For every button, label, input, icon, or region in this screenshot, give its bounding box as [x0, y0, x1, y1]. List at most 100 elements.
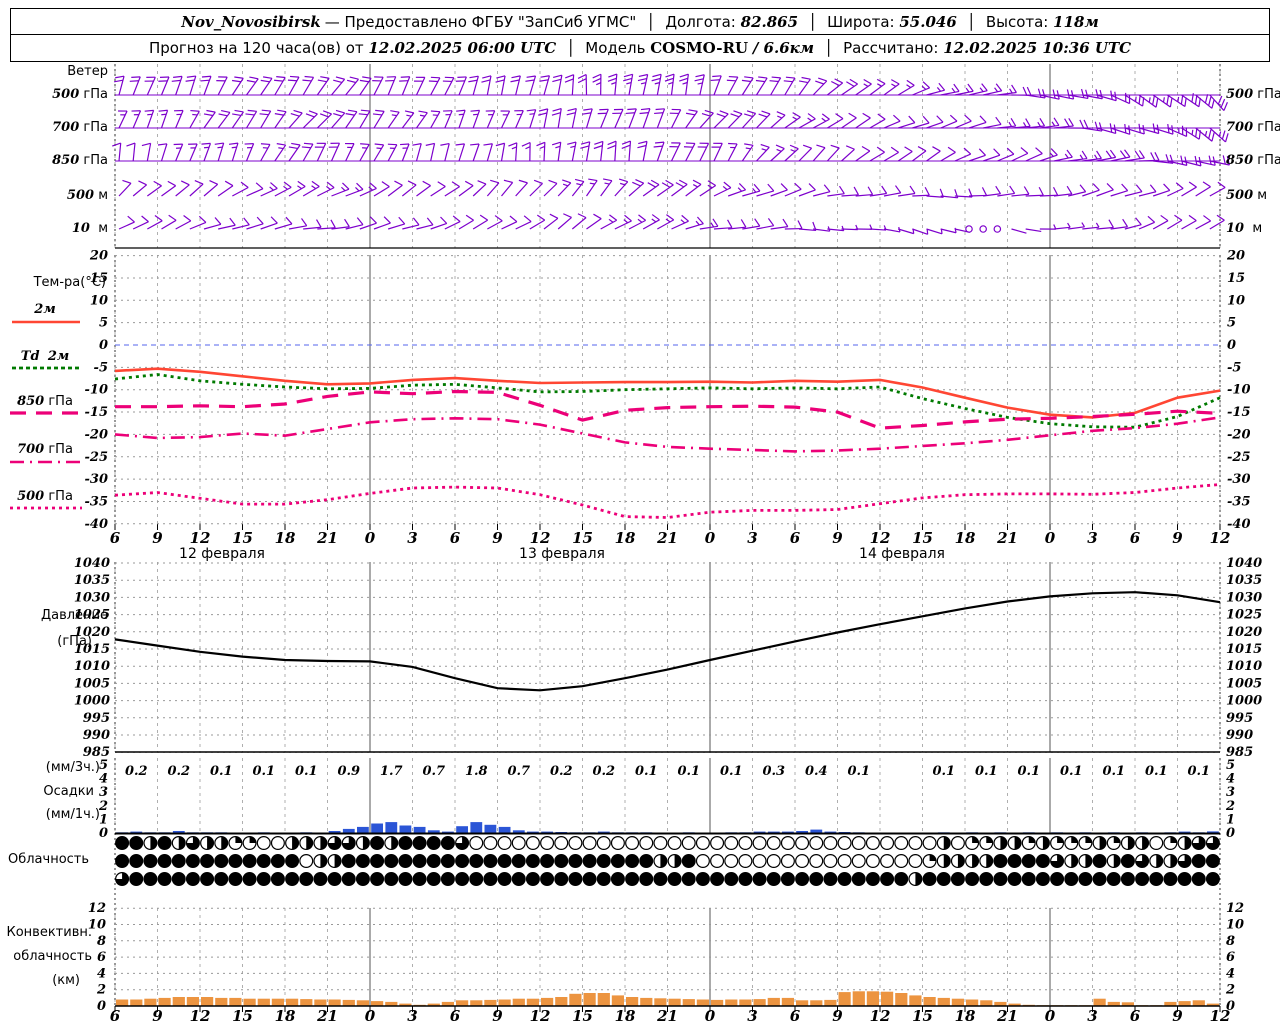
svg-text:1010: 1010	[74, 659, 110, 674]
svg-text:1020: 1020	[1226, 625, 1262, 640]
svg-text:9: 9	[1172, 529, 1183, 547]
svg-text:3: 3	[747, 1007, 757, 1024]
svg-text:9: 9	[152, 1007, 163, 1024]
svg-text:13 февраля: 13 февраля	[519, 546, 605, 562]
svg-text:12: 12	[1210, 529, 1231, 547]
svg-text:1010: 1010	[1226, 659, 1262, 674]
svg-text:0: 0	[365, 529, 376, 547]
svg-text:6: 6	[790, 1007, 801, 1024]
svg-text:0: 0	[705, 529, 716, 547]
svg-text:-30: -30	[1227, 472, 1251, 487]
svg-text:0.1: 0.1	[975, 764, 998, 779]
svg-text:5: 5	[99, 316, 108, 331]
svg-text:12: 12	[530, 529, 551, 547]
svg-text:6: 6	[1130, 529, 1141, 547]
svg-text:18: 18	[615, 529, 636, 547]
svg-text:21: 21	[316, 1007, 338, 1024]
svg-text:0.1: 0.1	[847, 764, 870, 779]
wind-panel-title: Ветер	[67, 64, 108, 79]
svg-text:995: 995	[1226, 711, 1253, 726]
wind-level-700hpa-left: 700 гПа	[52, 120, 108, 135]
svg-text:18: 18	[275, 1007, 296, 1024]
svg-text:1.8: 1.8	[465, 764, 488, 779]
svg-text:0.7: 0.7	[422, 764, 445, 779]
svg-text:0.4: 0.4	[805, 764, 828, 779]
svg-text:0.1: 0.1	[1017, 764, 1040, 779]
svg-text:2: 2	[96, 983, 106, 998]
svg-text:8: 8	[97, 934, 106, 949]
svg-text:3: 3	[407, 529, 417, 547]
svg-text:1040: 1040	[1226, 556, 1262, 571]
svg-text:-15: -15	[1227, 405, 1251, 420]
svg-text:0.1: 0.1	[1060, 764, 1083, 779]
svg-text:0.9: 0.9	[337, 764, 360, 779]
svg-text:0.2: 0.2	[167, 764, 190, 779]
svg-text:-40: -40	[85, 517, 109, 532]
wind-level-500m-right: 500 м	[1226, 188, 1268, 203]
precip-units-3h: (мм/3ч.)	[45, 760, 100, 775]
svg-text:0.2: 0.2	[592, 764, 615, 779]
svg-text:20: 20	[89, 249, 108, 264]
svg-text:20: 20	[1226, 249, 1245, 264]
svg-text:12: 12	[190, 1007, 211, 1024]
svg-text:0.1: 0.1	[210, 764, 233, 779]
svg-text:15: 15	[232, 1007, 253, 1024]
svg-text:0: 0	[1227, 338, 1236, 353]
svg-text:0: 0	[1045, 529, 1056, 547]
temp-panel-title: Тем-ра(°C)	[33, 275, 106, 290]
svg-text:12: 12	[870, 1007, 891, 1024]
svg-text:3: 3	[747, 529, 757, 547]
svg-text:-40: -40	[1227, 517, 1251, 532]
wind-level-700hpa-right: 700 гПа	[1226, 120, 1280, 135]
svg-text:995: 995	[83, 711, 110, 726]
svg-text:12: 12	[530, 1007, 551, 1024]
svg-text:15: 15	[232, 529, 253, 547]
svg-text:6: 6	[1130, 1007, 1141, 1024]
pressure-panel-title: Давление	[40, 608, 108, 623]
svg-text:21: 21	[996, 1007, 1018, 1024]
svg-text:21: 21	[316, 529, 338, 547]
svg-text:10: 10	[1226, 918, 1244, 933]
svg-text:15: 15	[572, 1007, 593, 1024]
svg-text:9: 9	[1172, 1007, 1183, 1024]
svg-text:9: 9	[832, 529, 843, 547]
svg-text:0.1: 0.1	[677, 764, 700, 779]
svg-text:0: 0	[1226, 826, 1235, 841]
svg-text:1025: 1025	[1226, 608, 1262, 623]
svg-text:9: 9	[492, 529, 503, 547]
svg-text:1040: 1040	[74, 556, 110, 571]
svg-text:-5: -5	[94, 360, 108, 375]
svg-text:990: 990	[1226, 728, 1253, 743]
svg-text:1035: 1035	[1226, 573, 1262, 588]
precip-units-1h: (мм/1ч.)	[45, 807, 100, 822]
legend-label-700: 700 гПа	[17, 442, 73, 457]
svg-text:15: 15	[912, 1007, 933, 1024]
svg-text:12: 12	[190, 529, 211, 547]
svg-text:3: 3	[1087, 529, 1097, 547]
legend-label-500: 500 гПа	[17, 489, 73, 504]
svg-text:-25: -25	[1227, 450, 1251, 465]
conv-panel-title-2: облачность	[13, 949, 92, 964]
conv-panel-title-1: Конвективн.	[6, 925, 92, 940]
legend-label-td2m: Td 2м	[20, 349, 70, 364]
svg-text:8: 8	[1226, 934, 1235, 949]
svg-text:1005: 1005	[1226, 676, 1262, 691]
svg-text:6: 6	[110, 1007, 121, 1024]
svg-text:0.1: 0.1	[1145, 764, 1168, 779]
svg-text:1000: 1000	[1226, 694, 1262, 709]
wind-level-850hpa-left: 850 гПа	[52, 153, 108, 168]
svg-text:4: 4	[1226, 966, 1235, 981]
legend-label-t2m: 2м	[34, 302, 56, 317]
svg-text:3: 3	[407, 1007, 417, 1024]
svg-text:14 февраля: 14 февраля	[859, 546, 945, 562]
wind-level-850hpa-right: 850 гПа	[1226, 153, 1280, 168]
precip-panel-title: Осадки	[43, 784, 94, 799]
svg-text:0.2: 0.2	[125, 764, 148, 779]
wind-level-500hpa-right: 500 гПа	[1226, 87, 1280, 102]
svg-text:6: 6	[110, 529, 121, 547]
svg-text:21: 21	[996, 529, 1018, 547]
svg-text:18: 18	[615, 1007, 636, 1024]
svg-text:6: 6	[97, 950, 106, 965]
conv-panel-units: (км)	[52, 973, 80, 988]
svg-text:0: 0	[97, 999, 106, 1014]
